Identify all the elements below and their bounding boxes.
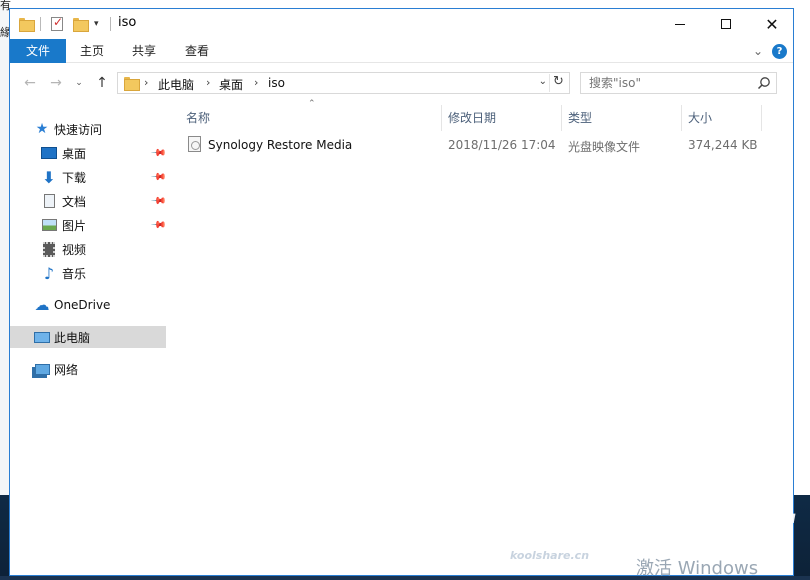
back-arrow-icon[interactable]: ← [20,73,40,93]
help-icon[interactable]: ? [772,44,787,59]
file-name: Synology Restore Media [208,138,353,152]
customize-quick-access-chevron-icon[interactable]: ▾ [94,16,99,32]
forward-arrow-icon[interactable]: → [46,73,66,93]
address-dropdown-chevron-icon[interactable]: ⌄ [539,76,547,87]
maximize-button[interactable] [703,9,749,39]
properties-check-icon[interactable] [51,15,63,32]
star-icon: ★ [35,121,49,137]
close-icon: ✕ [765,14,779,34]
nav-item-network[interactable]: 网络 [10,358,166,380]
window-title: iso [118,15,137,30]
minimize-icon [675,23,685,25]
file-modified: 2018/11/26 17:04 [448,138,556,152]
nav-item-downloads[interactable]: ⬇ 下载 📌 [10,166,166,188]
nav-item-label: 快速访问 [54,122,103,137]
nav-item-label: OneDrive [54,298,111,312]
breadcrumb-iso[interactable]: iso [268,76,285,90]
breadcrumb-desktop[interactable]: 桌面 [219,76,243,93]
pin-icon[interactable]: 📌 [149,145,166,162]
navigation-row: ← → ⌄ ↑ › 此电脑 › 桌面 › iso ⌄ ↻ [10,67,793,99]
ribbon-tabs: 文件 主页 共享 查看 ⌄ ? [10,39,793,63]
expand-ribbon-chevron-icon[interactable]: ⌄ [753,44,763,58]
nav-item-label: 下载 [62,170,87,185]
nav-item-music[interactable]: ♪ 音乐 [10,262,166,284]
nav-item-videos[interactable]: 视频 [10,238,166,260]
nav-item-onedrive[interactable]: ☁ OneDrive [10,294,166,316]
column-header-name[interactable]: 名称 [180,105,442,131]
tab-file[interactable]: 文件 [10,39,66,63]
nav-item-quick-access[interactable]: ★ 快速访问 [10,118,166,140]
network-icon [34,361,50,377]
explorer-window: ▾ iso ✕ 文件 主页 共享 查看 ⌄ ? ← → ⌄ ↑ › 此电脑 › … [9,8,794,576]
document-icon [41,193,57,209]
tab-share[interactable]: 共享 [118,39,170,63]
pin-icon[interactable]: 📌 [149,169,166,186]
breadcrumb-chevron-icon[interactable]: › [206,76,210,89]
nav-item-label: 文档 [62,194,87,209]
close-button[interactable]: ✕ [749,9,795,39]
tab-view[interactable]: 查看 [171,39,223,63]
nav-item-desktop[interactable]: 桌面 📌 [10,142,166,164]
new-folder-icon[interactable] [73,16,89,32]
up-arrow-icon[interactable]: ↑ [92,73,112,93]
nav-item-label: 此电脑 [54,330,91,345]
file-row[interactable]: Synology Restore Media 2018/11/26 17:04 … [180,135,792,157]
nav-item-label: 音乐 [62,266,87,281]
address-folder-icon [124,77,140,91]
minimize-button[interactable] [657,9,703,39]
breadcrumb-chevron-icon[interactable]: › [144,76,148,89]
tab-home[interactable]: 主页 [66,39,118,63]
file-size: 374,244 KB [688,138,758,152]
nav-item-pictures[interactable]: 图片 📌 [10,214,166,236]
folder-icon[interactable] [19,16,35,32]
file-type: 光盘映像文件 [568,140,641,154]
disc-image-file-icon [188,136,201,152]
activate-windows-text: 激活 Windows [636,558,759,579]
search-input[interactable] [589,76,749,90]
search-icon[interactable] [757,76,771,90]
cloud-icon: ☁ [34,296,50,314]
computer-icon [34,329,50,345]
nav-item-documents[interactable]: 文档 📌 [10,190,166,212]
desktop-left-strip: 有 緣 [0,0,11,495]
nav-item-label: 网络 [54,362,79,377]
nav-item-label: 桌面 [62,146,87,161]
download-icon: ⬇ [42,167,56,187]
music-icon: ♪ [43,263,55,283]
column-header-modified[interactable]: 修改日期 [442,105,562,131]
toolbar-separator [40,17,41,31]
desktop-icon [41,145,57,161]
search-box[interactable] [580,72,777,94]
pin-icon[interactable]: 📌 [149,193,166,210]
title-bar[interactable]: ▾ iso ✕ [10,9,793,39]
maximize-icon [721,19,731,29]
breadcrumb-chevron-icon[interactable]: › [254,76,258,89]
navigation-pane: ★ 快速访问 桌面 📌 ⬇ 下载 📌 文档 📌 图片 📌 视频 ♪ 音乐 ☁ O… [10,101,166,501]
watermark-site-text: koolshare.cn [510,549,590,562]
picture-icon [41,217,57,233]
nav-item-this-pc[interactable]: 此电脑 [10,326,166,348]
toolbar-separator [110,17,111,31]
file-list: ⌃ 名称 修改日期 类型 大小 Synology Restore Media 2… [180,99,792,501]
column-header-size[interactable]: 大小 [682,105,762,131]
nav-item-label: 图片 [62,218,87,233]
address-bar[interactable]: › 此电脑 › 桌面 › iso ⌄ ↻ [117,72,570,94]
breadcrumb-this-pc[interactable]: 此电脑 [158,76,194,93]
nav-item-label: 视频 [62,242,87,257]
column-header-type[interactable]: 类型 [562,105,682,131]
recent-locations-chevron-icon[interactable]: ⌄ [69,73,89,93]
video-icon [41,241,57,257]
refresh-icon[interactable]: ↻ [549,74,567,92]
pin-icon[interactable]: 📌 [149,217,166,234]
